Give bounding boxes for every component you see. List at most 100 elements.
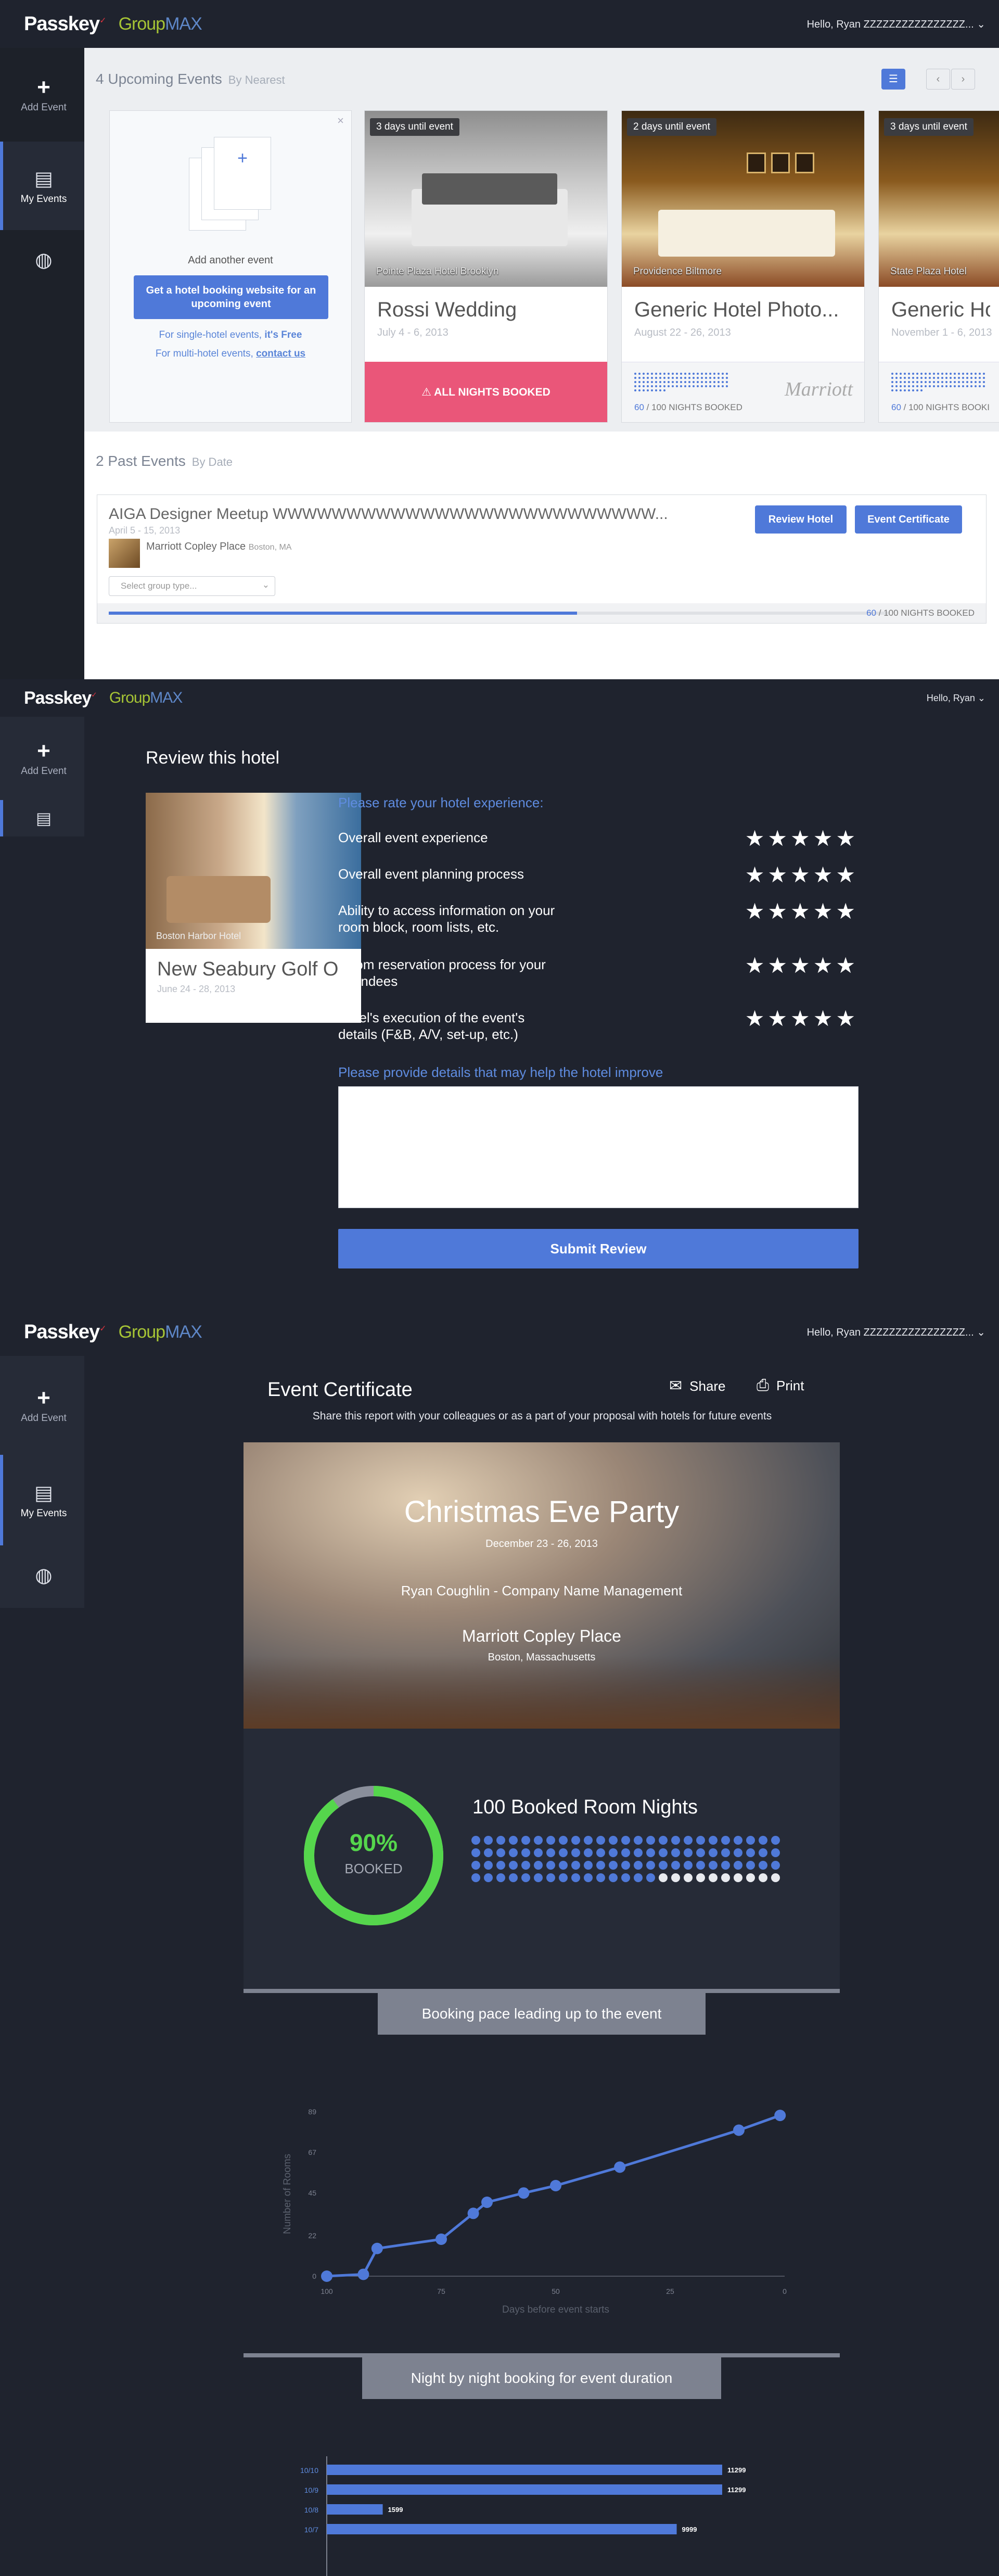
star-rating[interactable]: ★★★★★ xyxy=(745,828,859,849)
star-rating[interactable]: ★★★★★ xyxy=(745,864,859,886)
night-dot xyxy=(509,1873,518,1882)
star-rating[interactable]: ★★★★★ xyxy=(745,900,859,922)
night-dot xyxy=(709,377,711,379)
night-dot xyxy=(904,385,906,387)
night-dot xyxy=(904,373,906,375)
night-dot xyxy=(676,377,678,379)
night-dot xyxy=(746,1861,755,1870)
get-booking-website-button[interactable]: Get a hotel booking website for an upcom… xyxy=(134,275,328,319)
night-dot xyxy=(912,381,914,383)
close-icon[interactable]: × xyxy=(337,114,344,128)
night-dot xyxy=(929,385,931,387)
print-button[interactable]: ⎙ Print xyxy=(757,1377,804,1394)
night-dot xyxy=(721,1848,730,1857)
event-certificate-button[interactable]: Event Certificate xyxy=(855,505,962,534)
user-menu[interactable]: Hello, Ryan ZZZZZZZZZZZZZZZZ... ⌄ xyxy=(807,0,985,48)
sidebar-item-add-event[interactable]: + Add Event xyxy=(0,1356,84,1455)
night-dot xyxy=(680,377,682,379)
hotel-photo: 2 days until event Providence Biltmore xyxy=(622,111,864,287)
star-rating[interactable]: ★★★★★ xyxy=(745,1008,859,1030)
night-dot xyxy=(693,377,695,379)
night-dot xyxy=(521,1873,530,1882)
night-dot xyxy=(759,1848,767,1857)
night-dot xyxy=(925,373,927,375)
star-rating[interactable]: ★★★★★ xyxy=(745,955,859,976)
submit-review-button[interactable]: Submit Review xyxy=(338,1229,859,1268)
sidebar-item-global[interactable]: ◍ xyxy=(0,230,84,293)
document-icon: ▤ xyxy=(34,1482,53,1504)
night-dot xyxy=(759,1836,767,1845)
night-dot xyxy=(668,385,670,387)
passkey-logo[interactable]: Passkey✓ xyxy=(24,1321,107,1343)
sidebar-item-global[interactable]: ◍ xyxy=(0,1545,84,1608)
night-dot xyxy=(634,1873,643,1882)
night-dot xyxy=(734,1848,742,1857)
review-details-textarea[interactable] xyxy=(338,1086,859,1208)
night-dot xyxy=(983,377,985,379)
night-dot xyxy=(659,1873,668,1882)
rating-row: Overall event planning process ★★★★★ xyxy=(338,864,859,900)
sidebar-item-my-events[interactable]: ▤ xyxy=(0,800,84,836)
sidebar-item-add-event[interactable]: + Add Event xyxy=(0,48,84,142)
hotel-thumbnail xyxy=(109,539,140,568)
night-dot xyxy=(726,385,728,387)
past-event-card: AIGA Designer Meetup WWWWWWWWWWWWWWWWWWW… xyxy=(97,494,987,624)
night-dot xyxy=(950,373,952,375)
night-dot xyxy=(584,1873,593,1882)
night-dot xyxy=(647,385,649,387)
event-card[interactable]: 3 days until event State Plaza Hotel Gen… xyxy=(878,110,999,423)
night-dot xyxy=(701,381,703,383)
night-dot xyxy=(559,1836,568,1845)
list-view-button[interactable]: ☰ xyxy=(881,69,905,90)
night-dot xyxy=(771,1848,780,1857)
night-dot xyxy=(958,381,960,383)
user-menu[interactable]: Hello, Ryan ZZZZZZZZZZZZZZZZ... ⌄ xyxy=(807,1308,985,1356)
night-dot xyxy=(937,385,939,387)
user-menu[interactable]: Hello, Ryan ⌄ xyxy=(927,679,985,717)
event-card[interactable]: 2 days until event Providence Biltmore G… xyxy=(621,110,865,423)
sidebar-item-my-events[interactable]: ▤ My Events xyxy=(0,1455,84,1545)
night-dot xyxy=(584,1836,593,1845)
night-dot xyxy=(891,381,893,383)
nights-dot-grid xyxy=(634,373,731,391)
passkey-logo[interactable]: Passkey✓ xyxy=(24,688,97,708)
night-dot xyxy=(709,1873,718,1882)
event-name: Generic Hotel Photo... xyxy=(634,298,839,321)
pace-point xyxy=(321,2270,332,2282)
days-until-badge: 3 days until event xyxy=(370,118,459,136)
night-dot xyxy=(925,385,927,387)
sidebar-item-my-events[interactable]: ▤ My Events xyxy=(0,142,84,230)
pace-point xyxy=(467,2207,479,2219)
night-dot xyxy=(920,381,923,383)
plus-icon: + xyxy=(37,1385,50,1411)
passkey-logo[interactable]: Passkey✓ xyxy=(24,13,107,35)
sidebar-item-add-event[interactable]: + Add Event xyxy=(0,717,84,800)
add-card-title: Add another event xyxy=(188,255,273,266)
top-bar: Passkey✓ GroupMAX Hello, Ryan ZZZZZZZZZZ… xyxy=(0,1308,999,1356)
event-dates: August 22 - 26, 2013 xyxy=(634,327,731,338)
night-dot xyxy=(643,373,645,375)
x-tick-label: 100 xyxy=(321,2287,333,2295)
groupmax-logo: GroupMAX xyxy=(118,1322,202,1342)
night-dot xyxy=(920,385,923,387)
night-dot xyxy=(759,1861,767,1870)
rating-question: Ability to access information on your ro… xyxy=(338,903,555,935)
group-type-select[interactable]: Select group type... ⌄ xyxy=(109,576,275,596)
night-dot xyxy=(718,385,720,387)
contact-us-link[interactable]: contact us xyxy=(256,348,305,359)
night-dot xyxy=(688,381,690,383)
rating-question: Overall event planning process xyxy=(338,866,524,882)
night-dot xyxy=(771,1873,780,1882)
event-card[interactable]: 3 days until event Pointe Plaza Hotel Br… xyxy=(364,110,608,423)
night-dot xyxy=(647,373,649,375)
bar-category-label: 10/8 xyxy=(304,2506,318,2514)
night-dot xyxy=(688,377,690,379)
night-dot xyxy=(941,385,943,387)
review-hotel-button[interactable]: Review Hotel xyxy=(755,505,847,534)
share-button[interactable]: ✉ Share xyxy=(669,1377,726,1395)
hotel-photo: 3 days until event Pointe Plaza Hotel Br… xyxy=(365,111,607,287)
next-button[interactable]: › xyxy=(951,69,975,90)
night-dot xyxy=(680,373,682,375)
prev-button[interactable]: ‹ xyxy=(926,69,950,90)
night-dot xyxy=(676,381,678,383)
